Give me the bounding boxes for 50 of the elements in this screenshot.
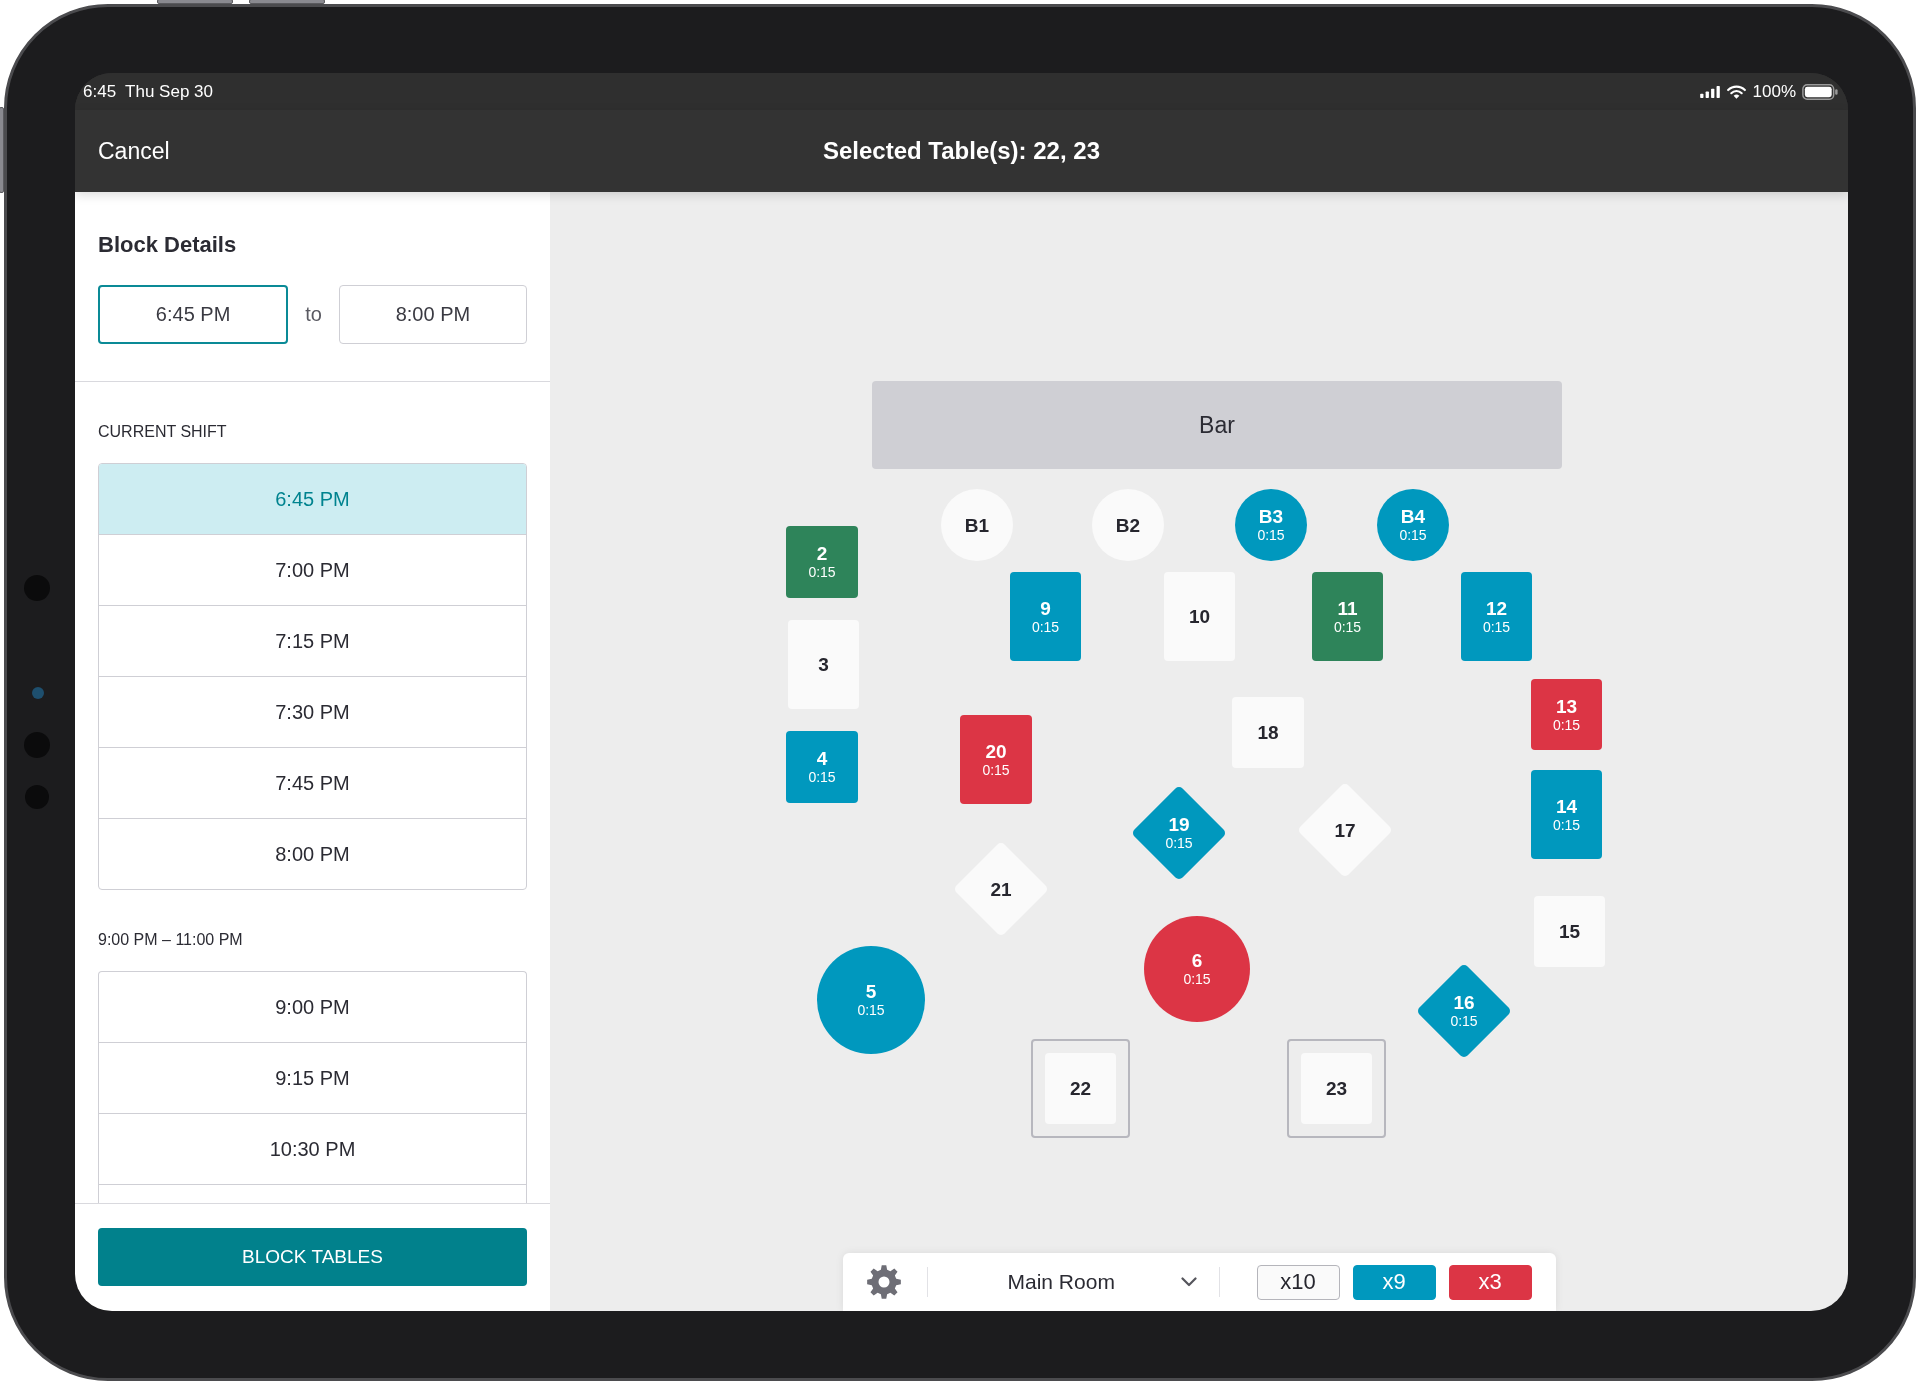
- table-count-chip: x10: [1256, 1264, 1340, 1300]
- time-slot[interactable]: 9:00 PM: [99, 972, 526, 1043]
- battery-icon: [1801, 83, 1839, 100]
- room-dropdown[interactable]: Main Room: [927, 1253, 1219, 1311]
- time-slot[interactable]: 10:30 PM: [99, 1114, 526, 1185]
- time-slot[interactable]: 7:00 PM: [99, 535, 526, 606]
- time-field[interactable]: 8:00 PM: [338, 285, 527, 344]
- bar-counter: Bar: [872, 381, 1562, 469]
- dining-table[interactable]: 2 0:15: [786, 526, 858, 598]
- time-slot[interactable]: 9:15 PM: [99, 1043, 526, 1114]
- dining-table[interactable]: 3: [788, 620, 859, 709]
- dining-table[interactable]: 15: [1534, 896, 1605, 967]
- table-count-chip: x9: [1352, 1264, 1436, 1300]
- time-field[interactable]: 6:45 PM: [98, 285, 289, 344]
- dining-table[interactable]: 20 0:15: [960, 715, 1032, 804]
- dining-table[interactable]: 6 0:15: [1144, 916, 1250, 1022]
- cancel-button[interactable]: Cancel: [98, 137, 170, 165]
- battery-percent: 100%: [1752, 81, 1796, 102]
- dining-table[interactable]: 13 0:15: [1531, 679, 1602, 750]
- camera-icon: [32, 687, 44, 699]
- shift-title: 9:00 PM – 11:00 PM: [98, 930, 244, 950]
- page-title: Selected Table(s): 22, 23: [823, 137, 1100, 165]
- wifi-icon: [1726, 84, 1746, 99]
- time-slot[interactable]: 7:30 PM: [99, 677, 526, 748]
- status-date: Thu Sep 30: [125, 81, 213, 102]
- section-title: Block Details: [98, 231, 238, 259]
- dining-table[interactable]: 22: [1031, 1039, 1130, 1138]
- dining-table[interactable]: 11 0:15: [1312, 572, 1383, 661]
- time-slot[interactable]: 6:45 PM: [99, 464, 526, 535]
- time-slot[interactable]: 7:15 PM: [99, 606, 526, 677]
- dining-table[interactable]: 23: [1287, 1039, 1386, 1138]
- hardware-button[interactable]: [249, 0, 325, 4]
- hardware-button[interactable]: [0, 107, 4, 193]
- hardware-button[interactable]: [157, 0, 233, 4]
- block-tables-button[interactable]: BLOCK TABLES: [98, 1228, 527, 1286]
- signal-icon: [1699, 85, 1720, 98]
- time-slot[interactable]: 7:45 PM: [99, 748, 526, 819]
- dining-table[interactable]: 18: [1232, 697, 1304, 768]
- dining-table[interactable]: 10: [1164, 572, 1235, 661]
- status-time: 6:45: [83, 81, 117, 102]
- shift-title: CURRENT SHIFT: [98, 422, 228, 442]
- dining-table[interactable]: 17: [1297, 782, 1393, 878]
- dining-table[interactable]: B1: [941, 489, 1013, 561]
- chevron-down-icon: [1180, 1277, 1197, 1287]
- settings-icon[interactable]: [866, 1265, 901, 1299]
- dining-table[interactable]: B2: [1092, 489, 1164, 561]
- time-slot[interactable]: 8:00 PM: [99, 819, 526, 889]
- range-separator: to: [305, 303, 322, 326]
- dining-table[interactable]: 21: [953, 841, 1049, 937]
- table-count-chip: x3: [1448, 1264, 1532, 1300]
